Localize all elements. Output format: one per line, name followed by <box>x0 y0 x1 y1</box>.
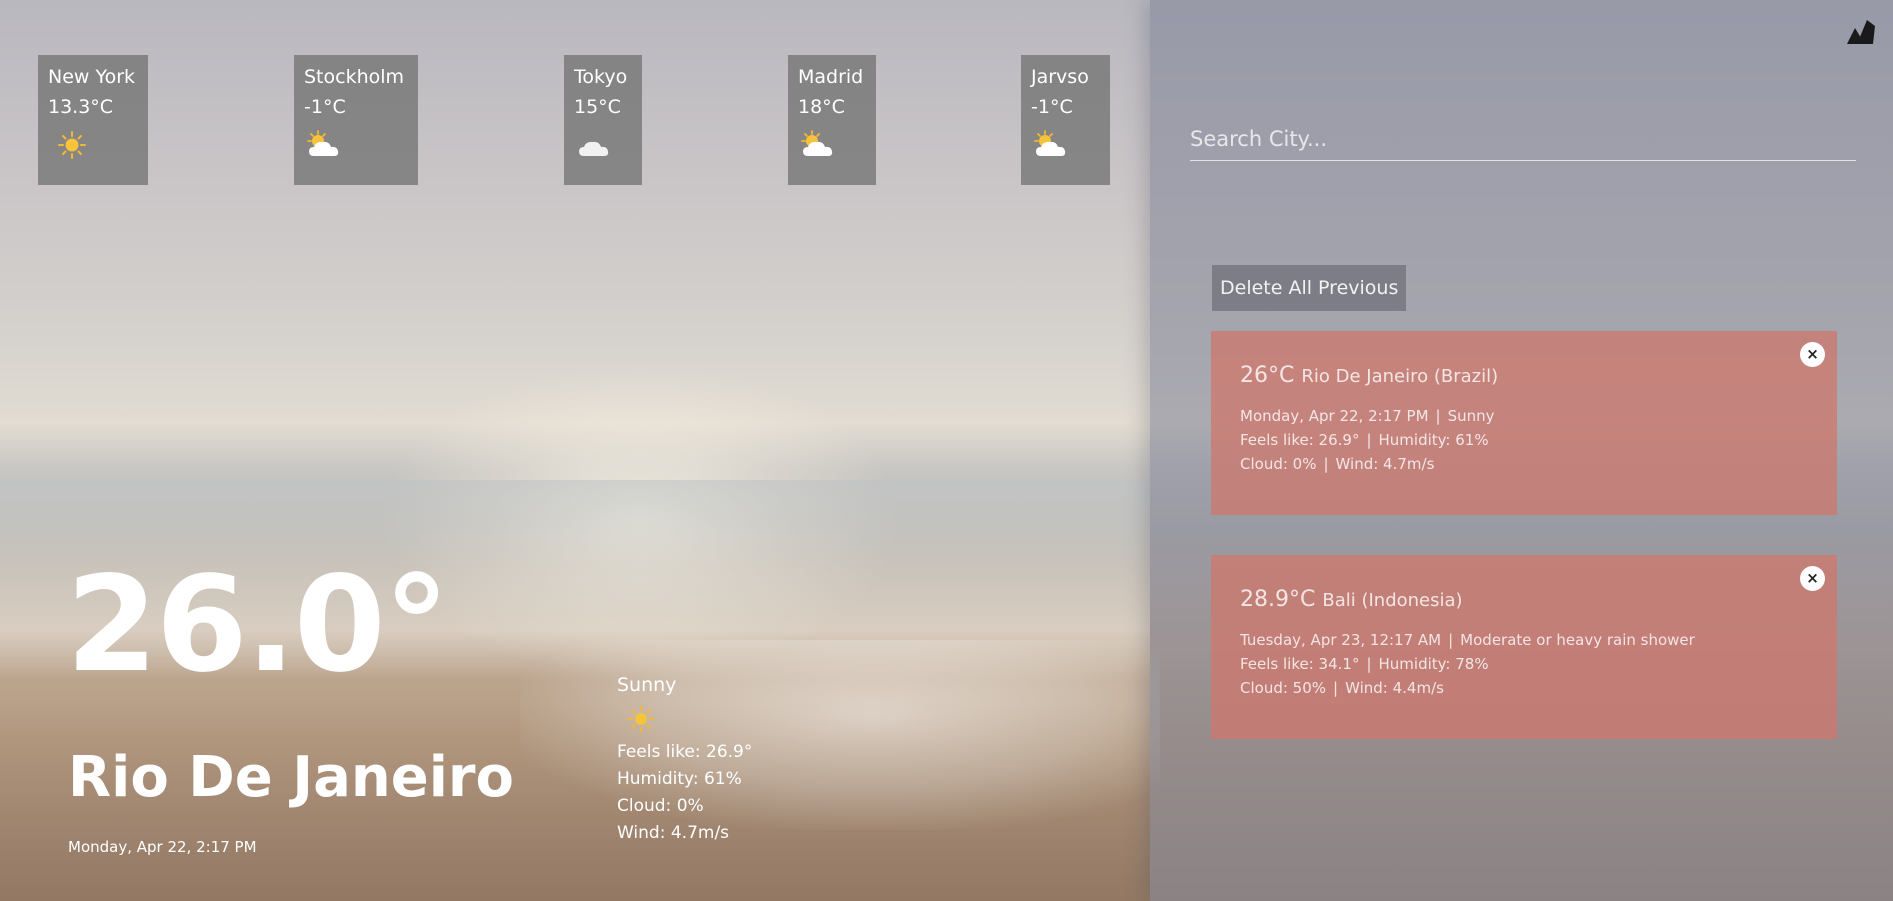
history-date: Monday, Apr 22, 2:17 PM <box>1240 407 1429 425</box>
history-location: Rio De Janeiro (Brazil) <box>1301 366 1499 387</box>
history-title: 26°C Rio De Janeiro (Brazil) <box>1240 361 1808 392</box>
sun-icon <box>58 131 86 159</box>
city-card-madrid[interactable]: Madrid 18°C <box>788 55 876 185</box>
history-wind: Wind: 4.7m/s <box>1335 455 1435 473</box>
current-city-name: Rio De Janeiro <box>68 745 515 810</box>
logo-icon[interactable] <box>1843 18 1877 46</box>
separator: | <box>1435 407 1441 425</box>
background-sun-glow <box>380 360 900 680</box>
city-name: Stockholm <box>304 66 405 88</box>
history-cloud: Cloud: 50% <box>1240 679 1327 697</box>
partly-cloudy-icon <box>1034 130 1066 156</box>
city-temp: -1°C <box>1031 96 1073 118</box>
history-temp: 26°C <box>1240 363 1295 388</box>
history-condition: Moderate or heavy rain shower <box>1460 631 1695 649</box>
city-temp: -1°C <box>304 96 346 118</box>
close-icon[interactable]: × <box>1800 566 1825 591</box>
city-name: Jarvso <box>1031 66 1089 88</box>
separator: | <box>1333 679 1339 697</box>
history-details: Monday, Apr 22, 2:17 PM | Sunny Feels like… <box>1240 404 1808 476</box>
history-title: 28.9°C Bali (Indonesia) <box>1240 585 1808 616</box>
history-card[interactable]: × 28.9°C Bali (Indonesia) Tuesday, Apr 2… <box>1211 555 1837 739</box>
history-cloud: Cloud: 0% <box>1240 455 1317 473</box>
history-date: Tuesday, Apr 23, 12:17 AM <box>1240 631 1442 649</box>
background-foam <box>520 640 1160 830</box>
history-details: Tuesday, Apr 23, 12:17 AM | Moderate or he… <box>1240 628 1808 700</box>
history-wind: Wind: 4.4m/s <box>1345 679 1444 697</box>
close-icon[interactable]: × <box>1800 342 1825 367</box>
partly-cloudy-icon <box>801 130 833 156</box>
city-temp: 18°C <box>798 96 845 118</box>
history-feels-like: Feels like: 34.1° <box>1240 655 1360 673</box>
history-location: Bali (Indonesia) <box>1322 590 1463 611</box>
cloud-cover: Cloud: 0% <box>617 796 704 816</box>
separator: | <box>1366 655 1372 673</box>
history-humidity: Humidity: 61% <box>1378 431 1489 449</box>
separator: | <box>1323 455 1329 473</box>
delete-all-previous-button[interactable]: Delete All Previous <box>1212 265 1407 311</box>
humidity: Humidity: 61% <box>617 769 742 789</box>
city-name: New York <box>48 66 136 88</box>
city-card-jarvso[interactable]: Jarvso -1°C <box>1021 55 1110 185</box>
partly-cloudy-icon <box>307 130 339 156</box>
city-card-stockholm[interactable]: Stockholm -1°C <box>294 55 418 185</box>
condition-text: Sunny <box>617 674 677 696</box>
current-date: Monday, Apr 22, 2:17 PM <box>68 838 257 856</box>
current-conditions: Sunny Feels like: 26.9° Humidity: 61% Cl… <box>617 674 752 847</box>
history-humidity: Humidity: 78% <box>1378 655 1489 673</box>
city-card-tokyo[interactable]: Tokyo 15°C <box>564 55 642 185</box>
city-name: Madrid <box>798 66 864 88</box>
city-temp: 15°C <box>574 96 621 118</box>
wind-speed: Wind: 4.7m/s <box>617 823 730 843</box>
sun-icon <box>627 705 655 733</box>
city-name: Tokyo <box>574 66 628 88</box>
city-card-new-york[interactable]: New York 13.3°C <box>38 55 148 185</box>
current-temperature: 26.0° <box>66 548 450 702</box>
history-feels-like: Feels like: 26.9° <box>1240 431 1360 449</box>
cloud-icon <box>579 141 609 156</box>
separator: | <box>1448 631 1454 649</box>
history-condition: Sunny <box>1447 407 1495 425</box>
separator: | <box>1366 431 1372 449</box>
search-city-input[interactable] <box>1190 118 1856 161</box>
history-temp: 28.9°C <box>1240 587 1316 612</box>
feels-like: Feels like: 26.9° <box>617 742 753 762</box>
history-card[interactable]: × 26°C Rio De Janeiro (Brazil) Monday, A… <box>1211 331 1837 515</box>
city-temp: 13.3°C <box>48 96 114 118</box>
